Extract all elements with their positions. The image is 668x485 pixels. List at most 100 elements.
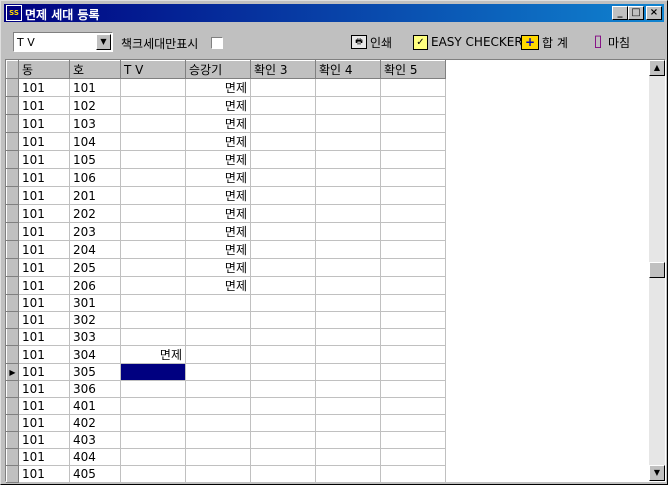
minimize-button[interactable]: _ [612, 6, 628, 20]
row-indicator[interactable] [6, 431, 19, 449]
cell-tv[interactable] [120, 78, 186, 97]
row-indicator[interactable] [6, 328, 19, 346]
column-header-check5[interactable]: 확인 5 [380, 60, 446, 79]
table-row[interactable]: 101 201 면제 [6, 186, 446, 205]
cell-ho[interactable]: 203 [69, 222, 121, 241]
table-row[interactable]: 101 405 [6, 465, 446, 483]
table-row[interactable]: 101 306 [6, 380, 446, 398]
row-indicator[interactable] [6, 258, 19, 277]
table-row[interactable]: 101 204 면제 [6, 240, 446, 259]
cell-elevator[interactable] [185, 397, 251, 415]
chevron-down-icon[interactable]: ▼ [96, 34, 111, 50]
cell-check3[interactable] [250, 431, 316, 449]
cell-check4[interactable] [315, 328, 381, 346]
row-indicator[interactable] [6, 414, 19, 432]
cell-check5[interactable] [380, 311, 446, 329]
cell-dong[interactable]: 101 [18, 294, 70, 312]
cell-elevator[interactable] [185, 328, 251, 346]
cell-dong[interactable]: 101 [18, 114, 70, 133]
cell-check3[interactable] [250, 397, 316, 415]
cell-check4[interactable] [315, 78, 381, 97]
row-indicator[interactable] [6, 448, 19, 466]
cell-ho[interactable]: 306 [69, 380, 121, 398]
cell-tv[interactable] [120, 96, 186, 115]
cell-tv[interactable] [120, 132, 186, 151]
cell-ho[interactable]: 106 [69, 168, 121, 187]
cell-check3[interactable] [250, 311, 316, 329]
checked-only-checkbox[interactable] [211, 37, 223, 49]
cell-check5[interactable] [380, 132, 446, 151]
column-header-elevator[interactable]: 승강기 [185, 60, 251, 79]
cell-dong[interactable]: 101 [18, 363, 70, 381]
table-row[interactable]: 101 206 면제 [6, 276, 446, 295]
cell-check5[interactable] [380, 168, 446, 187]
sum-button[interactable]: + 합 계 [521, 31, 568, 53]
row-indicator[interactable] [6, 168, 19, 187]
cell-ho[interactable]: 105 [69, 150, 121, 169]
cell-dong[interactable]: 101 [18, 78, 70, 97]
cell-ho[interactable]: 205 [69, 258, 121, 277]
table-row[interactable]: 101 302 [6, 311, 446, 329]
cell-tv[interactable] [120, 276, 186, 295]
app-icon[interactable]: SS [6, 5, 22, 21]
cell-dong[interactable]: 101 [18, 465, 70, 483]
row-indicator[interactable] [6, 397, 19, 415]
cell-tv[interactable] [120, 114, 186, 133]
cell-check3[interactable] [250, 114, 316, 133]
cell-elevator[interactable] [185, 380, 251, 398]
cell-check3[interactable] [250, 78, 316, 97]
cell-dong[interactable]: 101 [18, 431, 70, 449]
cell-dong[interactable]: 101 [18, 276, 70, 295]
cell-elevator[interactable]: 면제 [185, 78, 251, 97]
cell-check5[interactable] [380, 328, 446, 346]
cell-dong[interactable]: 101 [18, 150, 70, 169]
cell-dong[interactable]: 101 [18, 397, 70, 415]
row-indicator[interactable] [6, 114, 19, 133]
row-indicator[interactable]: ▶ [6, 363, 19, 381]
cell-elevator[interactable] [185, 431, 251, 449]
cell-check3[interactable] [250, 448, 316, 466]
cell-check4[interactable] [315, 294, 381, 312]
table-row[interactable]: 101 404 [6, 448, 446, 466]
cell-check4[interactable] [315, 132, 381, 151]
cell-check4[interactable] [315, 96, 381, 115]
cell-dong[interactable]: 101 [18, 328, 70, 346]
cell-tv[interactable] [120, 363, 186, 381]
column-header-ho[interactable]: 호 [69, 60, 121, 79]
cell-elevator[interactable] [185, 294, 251, 312]
table-row[interactable]: 101 104 면제 [6, 132, 446, 151]
cell-check3[interactable] [250, 363, 316, 381]
cell-elevator[interactable]: 면제 [185, 150, 251, 169]
cell-check5[interactable] [380, 363, 446, 381]
cell-dong[interactable]: 101 [18, 345, 70, 364]
cell-check4[interactable] [315, 414, 381, 432]
column-header-check4[interactable]: 확인 4 [315, 60, 381, 79]
scroll-down-arrow-icon[interactable]: ▼ [649, 465, 665, 481]
cell-tv[interactable] [120, 204, 186, 223]
cell-elevator[interactable] [185, 465, 251, 483]
cell-elevator[interactable]: 면제 [185, 96, 251, 115]
household-grid[interactable]: 동 호 T V 승강기 확인 3 확인 4 확인 5 101 101 면제 101 10… [5, 59, 666, 483]
cell-dong[interactable]: 101 [18, 222, 70, 241]
cell-check5[interactable] [380, 96, 446, 115]
row-indicator[interactable] [6, 78, 19, 97]
cell-check4[interactable] [315, 114, 381, 133]
cell-elevator[interactable]: 면제 [185, 240, 251, 259]
scroll-up-arrow-icon[interactable]: ▲ [649, 60, 665, 76]
cell-tv[interactable] [120, 294, 186, 312]
cell-elevator[interactable] [185, 363, 251, 381]
table-row[interactable]: 101 301 [6, 294, 446, 312]
row-indicator[interactable] [6, 186, 19, 205]
cell-check5[interactable] [380, 294, 446, 312]
scroll-thumb[interactable] [649, 262, 665, 278]
cell-check5[interactable] [380, 448, 446, 466]
cell-dong[interactable]: 101 [18, 380, 70, 398]
cell-tv[interactable] [120, 258, 186, 277]
cell-check5[interactable] [380, 465, 446, 483]
cell-check4[interactable] [315, 186, 381, 205]
vertical-scrollbar[interactable]: ▲ ▼ [649, 60, 665, 481]
cell-check3[interactable] [250, 294, 316, 312]
cell-check5[interactable] [380, 78, 446, 97]
table-row[interactable]: 101 105 면제 [6, 150, 446, 169]
cell-elevator[interactable]: 면제 [185, 222, 251, 241]
